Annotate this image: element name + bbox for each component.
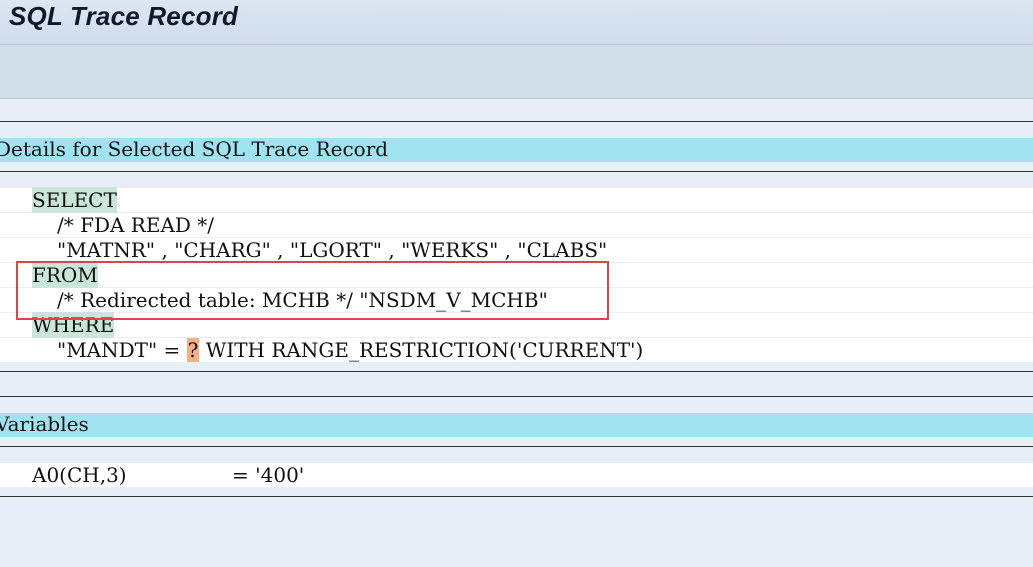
variable-name: A0(CH,3)	[32, 463, 127, 487]
sql-where-condition: "MANDT" = ? WITH RANGE_RESTRICTION('CURR…	[57, 337, 643, 363]
variables-section-title: Variables	[0, 412, 89, 436]
divider	[0, 171, 1033, 172]
sql-where-lhs: "MANDT" =	[57, 338, 187, 362]
divider	[0, 396, 1033, 397]
details-section-header: Details for Selected SQL Trace Record	[0, 137, 1033, 162]
divider	[0, 446, 1033, 447]
sql-line-comment: /* FDA READ */	[0, 213, 1033, 237]
divider	[0, 371, 1033, 372]
details-section-title: Details for Selected SQL Trace Record	[0, 137, 389, 161]
divider	[0, 496, 1033, 497]
variable-value: = '400'	[232, 463, 305, 487]
sql-comment-fda: /* FDA READ */	[57, 213, 215, 237]
sql-field-list: "MATNR" , "CHARG" , "LGORT" , "WERKS" , …	[57, 238, 608, 262]
sql-line-select: SELECT	[0, 187, 1033, 213]
sql-line-condition: "MANDT" = ? WITH RANGE_RESTRICTION('CURR…	[0, 338, 1033, 362]
application-toolbar	[0, 45, 1033, 99]
sql-line-fields: "MATNR" , "CHARG" , "LGORT" , "WERKS" , …	[0, 238, 1033, 262]
sql-keyword-select: SELECT	[32, 187, 117, 213]
sql-where-rhs: WITH RANGE_RESTRICTION('CURRENT')	[199, 338, 644, 362]
divider	[0, 121, 1033, 122]
window-title: SQL Trace Record	[9, 1, 239, 31]
variable-row: A0(CH,3) = '400'	[0, 463, 1033, 487]
title-bar: SQL Trace Record	[0, 0, 1033, 45]
sql-placeholder[interactable]: ?	[186, 338, 200, 362]
annotation-highlight-box	[16, 261, 609, 320]
variables-section-header: Variables	[0, 412, 1033, 437]
